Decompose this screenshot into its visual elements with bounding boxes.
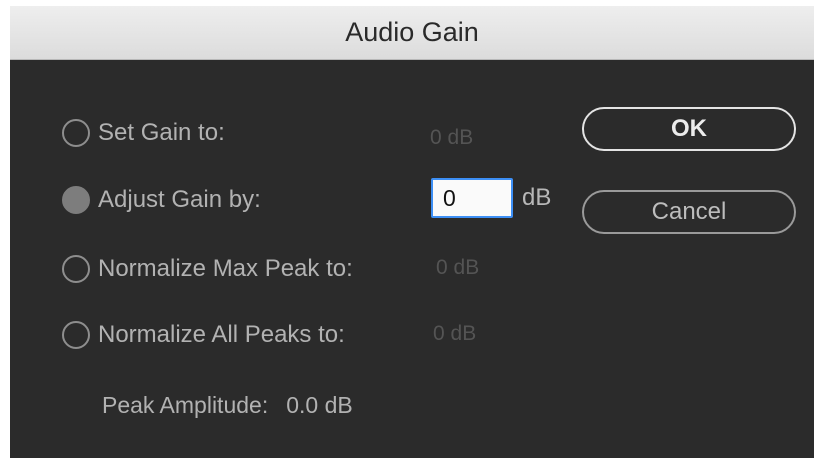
option-normalize-max-peak[interactable]: Normalize Max Peak to:: [62, 249, 353, 289]
option-set-gain[interactable]: Set Gain to:: [62, 113, 225, 153]
option-label-set-gain: Set Gain to:: [98, 119, 225, 146]
adjust-gain-unit: dB: [522, 184, 552, 211]
adjust-gain-input[interactable]: [431, 178, 513, 218]
peak-amplitude-readout: Peak Amplitude: 0.0 dB: [102, 392, 353, 419]
dialog-title: Audio Gain: [345, 17, 479, 47]
peak-amplitude-label: Peak Amplitude:: [102, 392, 269, 418]
normalize-all-peaks-value: 0 dB: [433, 322, 477, 345]
radio-normalize-max-peak[interactable]: [62, 255, 90, 283]
option-adjust-gain[interactable]: Adjust Gain by:: [62, 180, 261, 220]
title-bar[interactable]: Audio Gain: [10, 6, 814, 60]
set-gain-value: 0 dB: [430, 126, 474, 149]
audio-gain-dialog: Audio Gain Set Gain to: 0 dB Adjust Gain…: [10, 6, 814, 458]
radio-set-gain[interactable]: [62, 119, 90, 147]
option-normalize-all-peaks[interactable]: Normalize All Peaks to:: [62, 315, 345, 355]
option-label-normalize-max-peak: Normalize Max Peak to:: [98, 255, 353, 282]
screenshot-frame: Audio Gain Set Gain to: 0 dB Adjust Gain…: [0, 0, 823, 466]
ok-button[interactable]: OK: [582, 107, 796, 151]
option-label-adjust-gain: Adjust Gain by:: [98, 186, 261, 213]
ok-button-label: OK: [671, 115, 707, 142]
radio-normalize-all-peaks[interactable]: [62, 321, 90, 349]
peak-amplitude-value: 0.0 dB: [286, 392, 353, 418]
radio-adjust-gain[interactable]: [62, 186, 90, 214]
cancel-button[interactable]: Cancel: [582, 190, 796, 234]
option-label-normalize-all-peaks: Normalize All Peaks to:: [98, 321, 345, 348]
normalize-max-peak-value: 0 dB: [436, 256, 480, 279]
cancel-button-label: Cancel: [651, 198, 727, 225]
